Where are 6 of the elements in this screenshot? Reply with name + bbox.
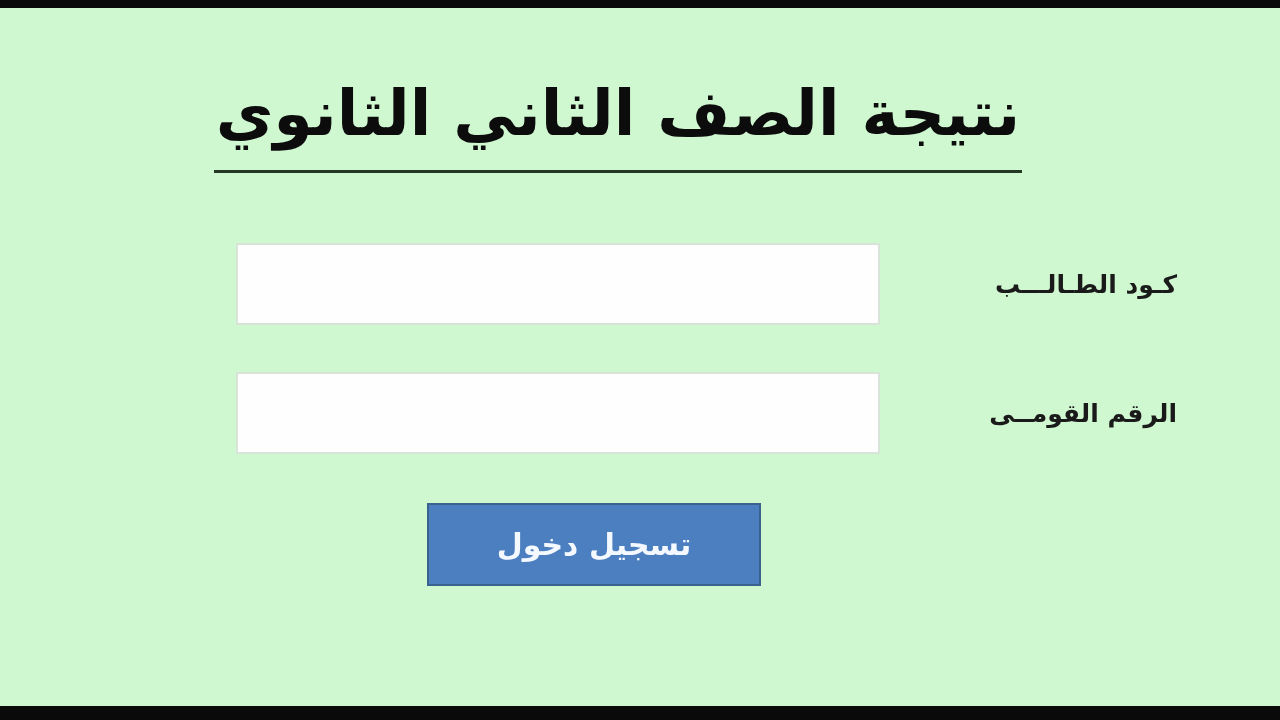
field-label: كـود الطـالـــب xyxy=(994,269,1177,299)
field-label: الرقم القومــى xyxy=(989,398,1177,428)
page-title: نتيجة الصف الثاني الثانوي xyxy=(215,76,1021,153)
input-field[interactable] xyxy=(236,372,880,454)
login-button[interactable]: تسجيل دخول xyxy=(427,503,761,586)
input-field[interactable] xyxy=(236,243,880,325)
